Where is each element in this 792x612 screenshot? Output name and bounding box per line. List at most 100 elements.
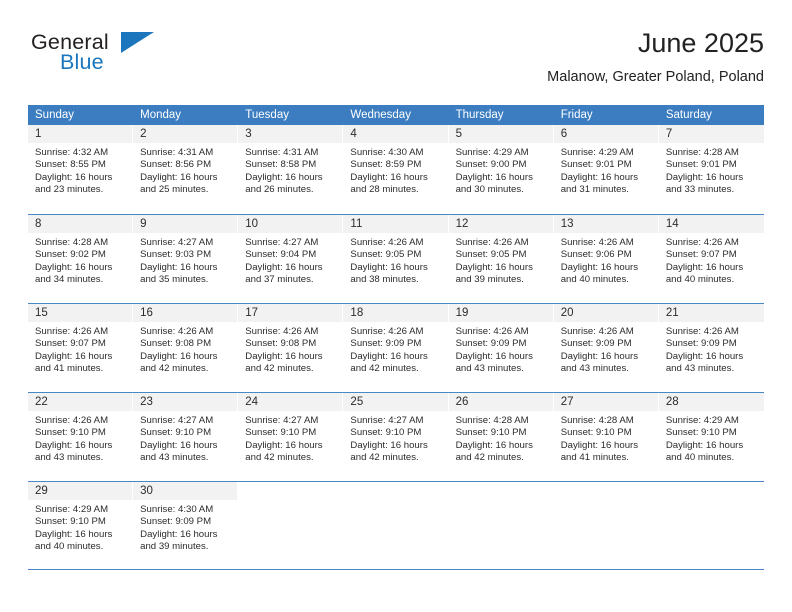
calendar-day-cell-8[interactable]: 8 Sunrise: 4:28 AM Sunset: 9:02 PM Dayli… [28,215,134,303]
day-details: Sunrise: 4:26 AM Sunset: 9:07 PM Dayligh… [28,322,133,376]
calendar-day-cell-2[interactable]: 2 Sunrise: 4:31 AM Sunset: 8:56 PM Dayli… [133,125,239,214]
calendar-day-cell-20[interactable]: 20 Sunrise: 4:26 AM Sunset: 9:09 PM Dayl… [553,304,659,392]
day-details: Sunrise: 4:31 AM Sunset: 8:56 PM Dayligh… [133,143,238,197]
calendar-day-cell-10[interactable]: 10 Sunrise: 4:27 AM Sunset: 9:04 PM Dayl… [238,215,344,303]
day-number-band: 19 [448,304,554,322]
daylight-text-line1: Daylight: 16 hours [140,350,218,362]
calendar-day-cell-30[interactable]: 30 Sunrise: 4:30 AM Sunset: 9:09 PM Dayl… [133,482,239,569]
calendar-day-cell-11[interactable]: 11 Sunrise: 4:26 AM Sunset: 9:05 PM Dayl… [343,215,449,303]
day-number: 8 [35,218,42,230]
calendar-day-cell-empty [553,482,659,569]
calendar-day-cell-3[interactable]: 3 Sunrise: 4:31 AM Sunset: 8:58 PM Dayli… [238,125,344,214]
day-details: Sunrise: 4:26 AM Sunset: 9:05 PM Dayligh… [343,233,448,287]
calendar-week-row-2: 8 Sunrise: 4:28 AM Sunset: 9:02 PM Dayli… [28,214,764,303]
sunset-text: Sunset: 9:09 PM [665,338,737,350]
calendar-day-cell-16[interactable]: 16 Sunrise: 4:26 AM Sunset: 9:08 PM Dayl… [133,304,239,392]
day-number-band: 4 [343,125,449,143]
daylight-text-line1: Daylight: 16 hours [665,350,744,362]
calendar-day-cell-4[interactable]: 4 Sunrise: 4:30 AM Sunset: 8:59 PM Dayli… [343,125,449,214]
day-details: Sunrise: 4:28 AM Sunset: 9:02 PM Dayligh… [28,233,133,287]
sunrise-text: Sunrise: 4:28 AM [35,237,109,248]
calendar-day-cell-23[interactable]: 23 Sunrise: 4:27 AM Sunset: 9:10 PM Dayl… [133,393,239,481]
calendar-day-cell-15[interactable]: 15 Sunrise: 4:26 AM Sunset: 9:07 PM Dayl… [28,304,134,392]
daylight-text-line1: Daylight: 16 hours [245,439,323,451]
sunset-text: Sunset: 9:05 PM [455,249,527,261]
day-number-band: 14 [658,215,764,233]
day-number-band: 11 [343,215,449,233]
sunset-text: Sunset: 9:00 PM [455,159,527,171]
sunrise-text: Sunrise: 4:26 AM [455,237,529,248]
sunrise-text: Sunrise: 4:29 AM [560,147,634,158]
day-details: Sunrise: 4:26 AM Sunset: 9:09 PM Dayligh… [554,322,659,376]
sunrise-text: Sunrise: 4:30 AM [140,504,214,515]
weekday-header-sunday: Sunday [35,109,75,121]
calendar-day-cell-7[interactable]: 7 Sunrise: 4:28 AM Sunset: 9:01 PM Dayli… [658,125,764,214]
day-number-band: 26 [448,393,554,411]
calendar-day-cell-27[interactable]: 27 Sunrise: 4:28 AM Sunset: 9:10 PM Dayl… [553,393,659,481]
calendar-day-cell-1[interactable]: 1 Sunrise: 4:32 AM Sunset: 8:55 PM Dayli… [28,125,134,214]
sunrise-text: Sunrise: 4:27 AM [245,237,319,248]
day-number: 20 [560,307,574,319]
sunrise-text: Sunrise: 4:28 AM [665,147,739,158]
sunrise-text: Sunrise: 4:29 AM [455,147,529,158]
sunset-text: Sunset: 9:04 PM [245,249,317,261]
calendar-day-cell-21[interactable]: 21 Sunrise: 4:26 AM Sunset: 9:09 PM Dayl… [658,304,764,392]
day-details: Sunrise: 4:26 AM Sunset: 9:07 PM Dayligh… [659,233,764,287]
calendar-day-cell-12[interactable]: 12 Sunrise: 4:26 AM Sunset: 9:05 PM Dayl… [448,215,554,303]
sunset-text: Sunset: 9:09 PM [140,516,212,528]
weekday-header-monday: Monday [140,109,182,121]
calendar-day-cell-29[interactable]: 29 Sunrise: 4:29 AM Sunset: 9:10 PM Dayl… [28,482,134,569]
sunrise-text: Sunrise: 4:26 AM [140,326,214,337]
day-number: 17 [245,307,259,319]
day-number: 16 [140,307,153,319]
calendar-day-cell-empty [343,482,449,569]
day-details: Sunrise: 4:27 AM Sunset: 9:10 PM Dayligh… [238,411,343,465]
daylight-text-line2: and 42 minutes. [455,452,524,464]
calendar-day-cell-26[interactable]: 26 Sunrise: 4:28 AM Sunset: 9:10 PM Dayl… [448,393,554,481]
daylight-text-line1: Daylight: 16 hours [350,261,428,273]
day-details: Sunrise: 4:28 AM Sunset: 9:10 PM Dayligh… [449,411,554,465]
day-number-band: 3 [238,125,344,143]
sunset-text: Sunset: 9:02 PM [35,249,106,261]
day-details: Sunrise: 4:27 AM Sunset: 9:04 PM Dayligh… [238,233,343,287]
day-number-band: 6 [553,125,659,143]
calendar-day-cell-24[interactable]: 24 Sunrise: 4:27 AM Sunset: 9:10 PM Dayl… [238,393,344,481]
daylight-text-line2: and 43 minutes. [35,452,104,464]
calendar-day-cell-19[interactable]: 19 Sunrise: 4:26 AM Sunset: 9:09 PM Dayl… [448,304,554,392]
day-number: 22 [35,396,48,408]
daylight-text-line1: Daylight: 16 hours [665,439,744,451]
day-details: Sunrise: 4:29 AM Sunset: 9:10 PM Dayligh… [659,411,764,465]
day-details [343,500,448,504]
day-number-band: 30 [133,482,239,500]
page-title: June 2025 [637,28,764,58]
calendar-week-row-5: 29 Sunrise: 4:29 AM Sunset: 9:10 PM Dayl… [28,481,764,570]
daylight-text-line1: Daylight: 16 hours [140,261,218,273]
general-blue-logo[interactable]: General Blue [28,30,208,86]
daylight-text-line2: and 43 minutes. [140,452,209,464]
calendar-day-cell-9[interactable]: 9 Sunrise: 4:27 AM Sunset: 9:03 PM Dayli… [133,215,239,303]
day-details: Sunrise: 4:27 AM Sunset: 9:03 PM Dayligh… [133,233,238,287]
calendar-day-cell-14[interactable]: 14 Sunrise: 4:26 AM Sunset: 9:07 PM Dayl… [658,215,764,303]
calendar-day-cell-empty [658,482,764,569]
sunset-text: Sunset: 9:07 PM [35,338,106,350]
sunset-text: Sunset: 9:10 PM [35,516,106,528]
calendar-day-cell-13[interactable]: 13 Sunrise: 4:26 AM Sunset: 9:06 PM Dayl… [553,215,659,303]
calendar-day-cell-18[interactable]: 18 Sunrise: 4:26 AM Sunset: 9:09 PM Dayl… [343,304,449,392]
calendar-day-cell-empty [448,482,554,569]
calendar-day-cell-6[interactable]: 6 Sunrise: 4:29 AM Sunset: 9:01 PM Dayli… [553,125,659,214]
calendar-day-cell-22[interactable]: 22 Sunrise: 4:26 AM Sunset: 9:10 PM Dayl… [28,393,134,481]
calendar-day-cell-17[interactable]: 17 Sunrise: 4:26 AM Sunset: 9:08 PM Dayl… [238,304,344,392]
day-number: 19 [455,307,469,319]
sunrise-text: Sunrise: 4:28 AM [455,415,529,426]
day-number-band: 1 [28,125,134,143]
daylight-text-line2: and 42 minutes. [245,363,314,375]
sunset-text: Sunset: 9:01 PM [665,159,737,171]
day-number: 23 [140,396,153,408]
calendar-day-cell-5[interactable]: 5 Sunrise: 4:29 AM Sunset: 9:00 PM Dayli… [448,125,554,214]
day-number-band: 27 [553,393,659,411]
daylight-text-line2: and 42 minutes. [350,452,419,464]
daylight-text-line1: Daylight: 16 hours [350,350,428,362]
day-number-band: 10 [238,215,344,233]
calendar-day-cell-28[interactable]: 28 Sunrise: 4:29 AM Sunset: 9:10 PM Dayl… [658,393,764,481]
calendar-day-cell-25[interactable]: 25 Sunrise: 4:27 AM Sunset: 9:10 PM Dayl… [343,393,449,481]
